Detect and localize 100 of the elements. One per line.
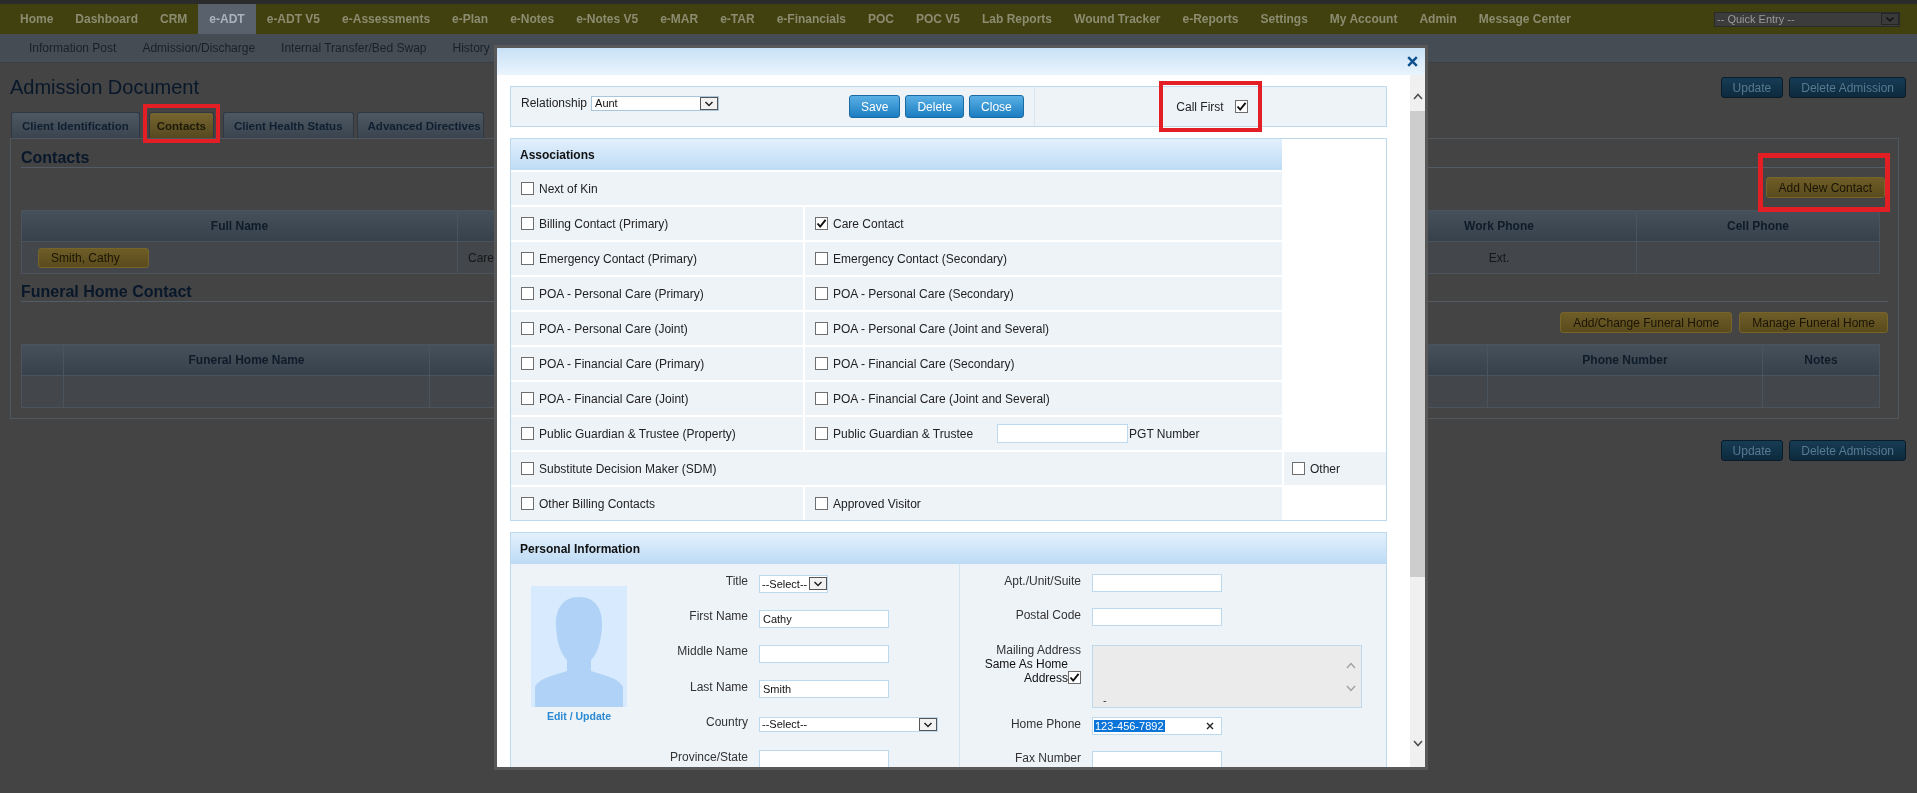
contact-name-button[interactable]: Smith, Cathy	[38, 247, 149, 268]
checkbox[interactable]	[815, 287, 828, 300]
checkbox[interactable]	[815, 427, 828, 440]
chevron-down-icon[interactable]	[1412, 740, 1423, 747]
add-contact-button[interactable]: Add New Contact	[1765, 177, 1885, 198]
checkbox-label: POA - Financial Care (Joint)	[539, 391, 689, 406]
checkbox[interactable]	[521, 427, 534, 440]
page-title: Admission Document	[10, 76, 199, 99]
nav-tab[interactable]: Home	[9, 4, 65, 34]
checkbox[interactable]	[815, 252, 828, 265]
edit-photo-link[interactable]: Edit / Update	[546, 710, 612, 722]
nav-tab[interactable]: e-Reports	[1171, 4, 1250, 34]
field-label: Relationship	[521, 96, 588, 110]
text-field[interactable]	[1092, 574, 1222, 592]
field-label: PGT Number	[1129, 426, 1200, 441]
nav-tab[interactable]: Lab Reports	[971, 4, 1064, 34]
nav-tab[interactable]: POC V5	[905, 4, 971, 34]
dialog-button[interactable]: Delete	[905, 95, 965, 118]
panel-header: Associations	[511, 139, 1282, 170]
nav-tab[interactable]: POC	[857, 4, 905, 34]
checkbox[interactable]	[521, 462, 534, 475]
field-label: Postal Code	[1014, 607, 1081, 624]
action-button[interactable]: Update	[1720, 440, 1784, 461]
text-field[interactable]	[1092, 608, 1222, 626]
scrollbar[interactable]	[1410, 75, 1425, 767]
page-tab[interactable]: Contacts	[148, 112, 214, 138]
checkbox[interactable]	[815, 392, 828, 405]
nav-tab[interactable]: e-Notes	[499, 4, 566, 34]
checkbox[interactable]	[521, 217, 534, 230]
dropdown-field[interactable]: --Select--	[759, 716, 938, 732]
nav-tab[interactable]: e-MAR	[649, 4, 710, 34]
checkbox[interactable]	[521, 497, 534, 510]
checkbox[interactable]	[521, 287, 534, 300]
checkbox[interactable]	[1292, 462, 1305, 475]
quick-entry-select[interactable]: -- Quick Entry --	[1714, 11, 1900, 27]
clear-icon[interactable]	[1206, 722, 1214, 730]
close-icon[interactable]	[1407, 56, 1418, 67]
field-label: Apt./Unit/Suite	[1003, 573, 1081, 590]
nav-tab[interactable]: Wound Tracker	[1063, 4, 1172, 34]
nav-tab[interactable]: e-Plan	[441, 4, 500, 34]
scrollbar-thumb[interactable]	[1410, 111, 1425, 577]
checkbox[interactable]	[521, 252, 534, 265]
nav-tab[interactable]: e-Notes V5	[565, 4, 650, 34]
checkbox-label: Billing Contact (Primary)	[539, 216, 669, 231]
checkbox[interactable]	[521, 182, 534, 195]
text-field[interactable]	[997, 424, 1129, 443]
nav-tab[interactable]: My Account	[1318, 4, 1409, 34]
text-field[interactable]	[1092, 751, 1222, 767]
funeral-home-button[interactable]: Manage Funeral Home	[1739, 312, 1888, 333]
checkbox[interactable]	[1234, 100, 1248, 113]
field-label: Home Phone	[1009, 716, 1081, 733]
nav-tab[interactable]: e-Financials	[765, 4, 857, 34]
dialog-button[interactable]: Close	[969, 95, 1024, 118]
nav-tab[interactable]: e-Assessments	[331, 4, 442, 34]
dropdown-field[interactable]: --Select--	[759, 574, 829, 593]
nav-tab[interactable]: Settings	[1249, 4, 1319, 34]
checkbox[interactable]	[815, 497, 828, 510]
checkbox-label: POA - Financial Care (Primary)	[539, 356, 705, 371]
chevron-down-icon	[809, 577, 828, 591]
checkbox-label: Other Billing Contacts	[539, 496, 656, 511]
chevron-down-icon	[1346, 684, 1356, 692]
nav-tab[interactable]: CRM	[149, 4, 199, 34]
chevron-down-icon	[1881, 13, 1899, 25]
checkbox-label: POA - Personal Care (Joint)	[539, 321, 688, 336]
checkbox[interactable]	[521, 357, 534, 370]
checkbox-label: Care Contact	[833, 216, 904, 231]
action-button[interactable]: Delete Admission	[1789, 440, 1906, 461]
relationship-select[interactable]: Aunt	[591, 95, 720, 111]
checkbox[interactable]	[815, 357, 828, 370]
checkbox-label: Same As Home Address	[983, 657, 1068, 685]
text-field[interactable]	[759, 644, 889, 663]
text-field[interactable]	[759, 750, 889, 767]
field-label: Last Name	[688, 679, 748, 696]
text-field[interactable]: Cathy	[759, 609, 889, 628]
action-button[interactable]: Update	[1720, 77, 1784, 98]
chevron-down-icon	[700, 96, 719, 110]
nav-tab[interactable]: e-ADT V5	[255, 4, 332, 34]
section-heading: Funeral Home Contact	[21, 282, 192, 301]
text-field[interactable]: Smith	[759, 680, 889, 699]
funeral-home-button[interactable]: Add/Change Funeral Home	[1560, 312, 1733, 333]
checkbox[interactable]	[521, 392, 534, 405]
nav-tab[interactable]: Message Center	[1467, 4, 1582, 34]
nav-tab[interactable]: Admin	[1408, 4, 1468, 34]
nav-tab[interactable]: e-ADT	[198, 4, 256, 34]
panel-header: Personal Information	[511, 533, 1386, 564]
checkbox[interactable]	[815, 217, 828, 230]
checkbox[interactable]	[521, 322, 534, 335]
checkbox-label: Next of Kin	[539, 181, 598, 196]
nav-tab[interactable]: e-TAR	[709, 4, 766, 34]
nav-tab[interactable]: Dashboard	[64, 4, 150, 34]
action-button[interactable]: Delete Admission	[1789, 77, 1906, 98]
checkbox-label: Emergency Contact (Secondary)	[833, 251, 1008, 266]
checkbox[interactable]	[815, 322, 828, 335]
checkbox-label: POA - Financial Care (Joint and Several)	[833, 391, 1050, 406]
checkbox-label: Approved Visitor	[833, 496, 921, 511]
checkbox-label: Substitute Decision Maker (SDM)	[539, 461, 717, 476]
dialog-button[interactable]: Save	[849, 95, 901, 118]
field-label: Country	[704, 714, 748, 731]
phone-field[interactable]: 123-456-7892	[1092, 717, 1222, 735]
chevron-up-icon[interactable]	[1412, 93, 1423, 100]
